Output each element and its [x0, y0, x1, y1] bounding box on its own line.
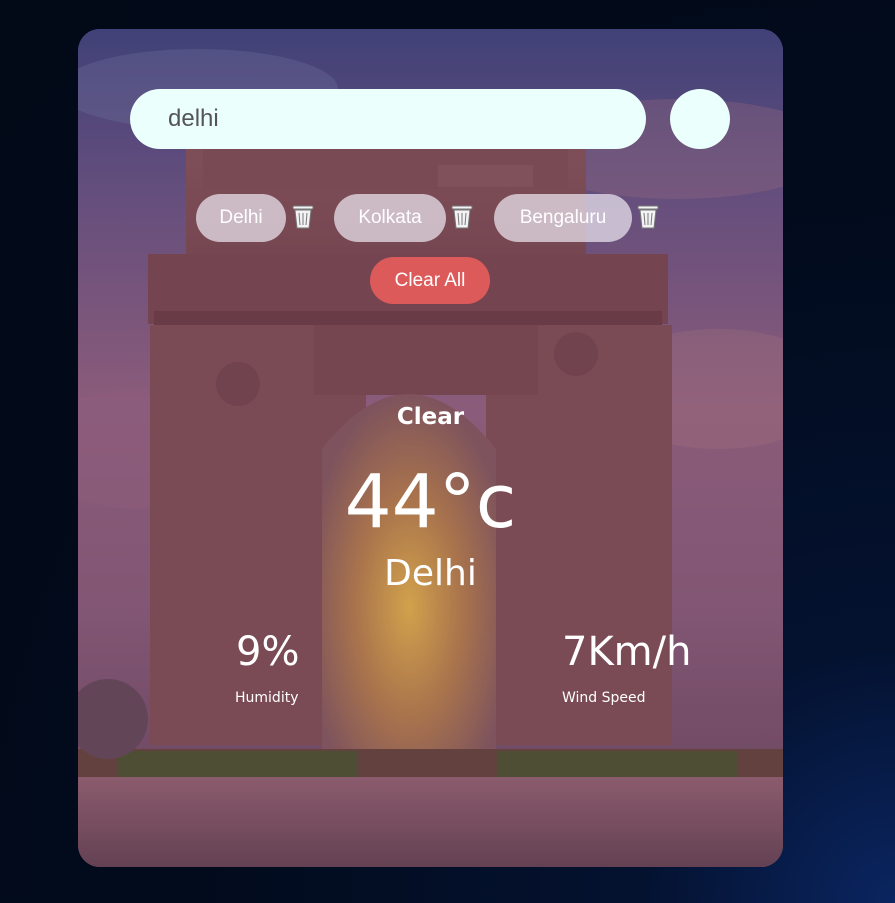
wind-speed-label: Wind Speed: [562, 690, 646, 706]
temperature-value: 44°c: [344, 459, 517, 545]
weather-condition: Clear: [396, 404, 465, 430]
city-name: Delhi: [384, 553, 477, 594]
humidity-value: 9%: [236, 629, 300, 675]
clear-all-button[interactable]: Clear All: [370, 257, 490, 304]
search-button[interactable]: [670, 89, 730, 149]
weather-card: Delhi Kolkata Bengaluru Clear All Clear …: [78, 29, 783, 867]
wind-speed-value: 7Km/h: [562, 629, 692, 675]
city-search-input[interactable]: [130, 89, 646, 149]
humidity-label: Humidity: [235, 690, 299, 706]
trash-icon[interactable]: [290, 202, 316, 230]
image-tint-overlay: [78, 29, 783, 867]
history-chip-kolkata[interactable]: Kolkata: [334, 194, 446, 242]
history-chip-bengaluru[interactable]: Bengaluru: [494, 194, 632, 242]
history-chip-delhi[interactable]: Delhi: [196, 194, 286, 242]
trash-icon[interactable]: [449, 202, 475, 230]
trash-icon[interactable]: [635, 202, 661, 230]
